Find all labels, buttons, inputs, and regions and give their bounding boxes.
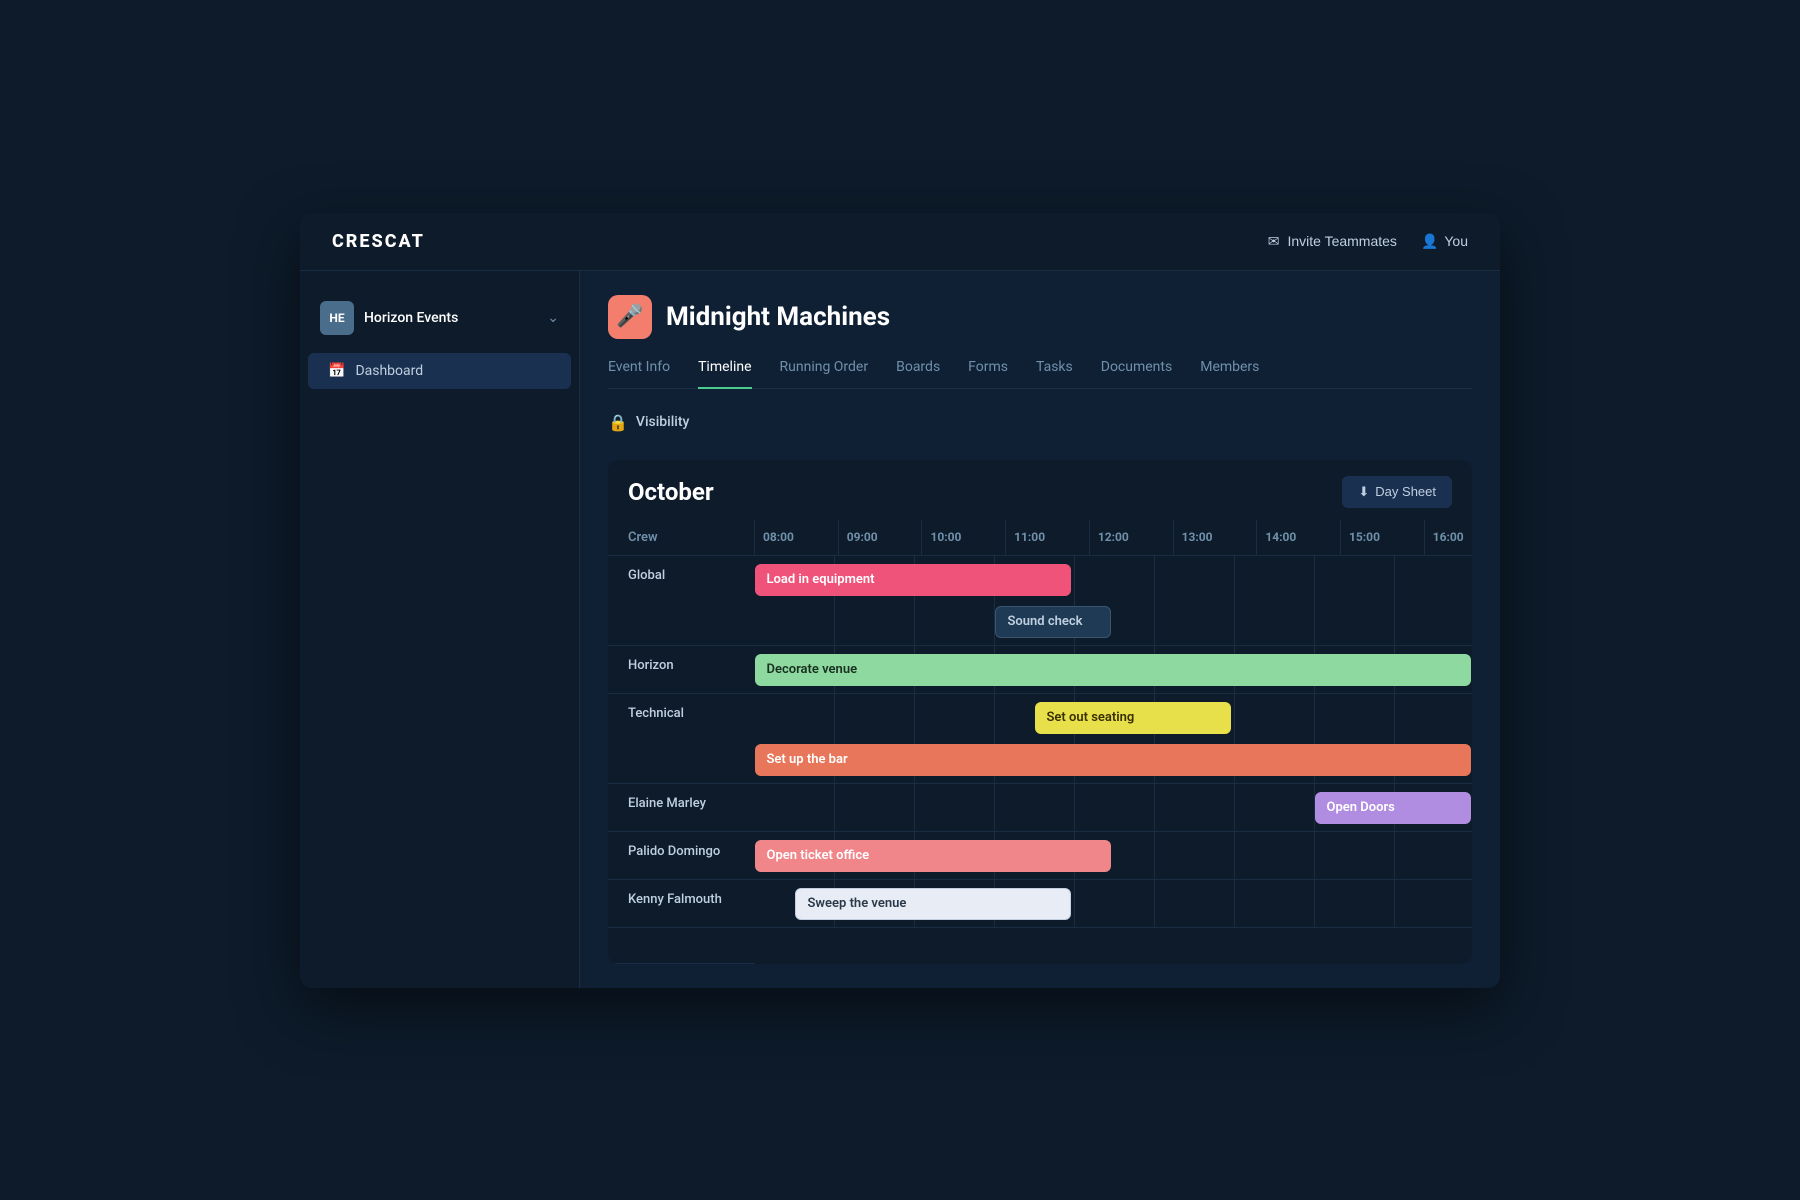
day-sheet-button[interactable]: ⬇ Day Sheet [1342, 476, 1452, 508]
header-actions: ✉ Invite Teammates 👤 You [1268, 233, 1468, 250]
row-label: Technical [608, 693, 755, 783]
event-icon: 🎤 [608, 295, 652, 339]
gantt-bar[interactable]: Open ticket office [755, 840, 1111, 872]
tab-event-info[interactable]: Event Info [608, 359, 670, 389]
time-13: 13:00 [1173, 520, 1257, 556]
row-label: Elaine Marley [608, 783, 755, 831]
visibility-label: Visibility [636, 414, 689, 430]
lock-icon: 🔒 [608, 413, 628, 432]
calendar-icon: 📅 [328, 363, 345, 379]
month-title: October [628, 478, 714, 506]
tab-running-order[interactable]: Running Order [780, 359, 869, 389]
time-16: 16:00 [1424, 520, 1472, 556]
gantt-bar[interactable]: Sweep the venue [795, 888, 1071, 920]
gantt-bar[interactable]: Sound check [995, 606, 1111, 638]
org-selector[interactable]: HE Horizon Events ⌄ [300, 291, 579, 345]
time-header-row: Crew 08:00 09:00 10:00 11:00 12:00 13:00… [608, 520, 1472, 556]
main-layout: HE Horizon Events ⌄ 📅 Dashboard 🎤 Midnig… [300, 271, 1500, 988]
table-row: Palido DomingoOpen ticket office [608, 831, 1472, 879]
gantt-bar[interactable]: Open Doors [1315, 792, 1471, 824]
tab-forms[interactable]: Forms [968, 359, 1008, 389]
user-icon: 👤 [1421, 233, 1438, 250]
row-label: Global [608, 555, 755, 645]
timeline-header-row: October ⬇ Day Sheet [608, 460, 1472, 520]
gantt-bar[interactable]: Decorate venue [755, 654, 1471, 686]
visibility-bar: 🔒 Visibility [608, 405, 1472, 440]
org-name: Horizon Events [364, 310, 537, 326]
user-button[interactable]: 👤 You [1421, 233, 1468, 250]
top-header: CRESCAT ✉ Invite Teammates 👤 You [300, 213, 1500, 271]
time-09: 09:00 [838, 520, 922, 556]
logo: CRESCAT [332, 231, 425, 252]
time-11: 11:00 [1006, 520, 1090, 556]
sidebar-item-dashboard[interactable]: 📅 Dashboard [308, 353, 571, 389]
gantt-data-cell: Set out seating Set up the bar [755, 693, 1473, 783]
time-10: 10:00 [922, 520, 1006, 556]
envelope-icon: ✉ [1268, 233, 1280, 250]
sidebar-item-label: Dashboard [355, 363, 423, 379]
event-title: Midnight Machines [666, 302, 890, 332]
table-row-empty [608, 927, 1472, 963]
table-row: Technical Set out seating Set up the bar [608, 693, 1472, 783]
gantt-bar[interactable]: Set out seating [1035, 702, 1231, 734]
gantt-chart: Crew 08:00 09:00 10:00 11:00 12:00 13:00… [608, 520, 1472, 964]
content-area: 🎤 Midnight Machines Event Info Timeline … [580, 271, 1500, 988]
time-08: 08:00 [755, 520, 839, 556]
timeline-table: Crew 08:00 09:00 10:00 11:00 12:00 13:00… [608, 520, 1472, 964]
table-row: Elaine Marley Open Doors [608, 783, 1472, 831]
app-window: CRESCAT ✉ Invite Teammates 👤 You HE Hori… [300, 213, 1500, 988]
table-row: HorizonDecorate venue [608, 645, 1472, 693]
tab-timeline[interactable]: Timeline [698, 359, 751, 389]
gantt-data-cell: Open ticket office [755, 831, 1473, 879]
time-12: 12:00 [1089, 520, 1173, 556]
chevron-icon: ⌄ [547, 310, 559, 326]
nav-tabs: Event Info Timeline Running Order Boards… [608, 359, 1472, 389]
tab-members[interactable]: Members [1200, 359, 1259, 389]
crew-header: Crew [608, 520, 755, 556]
row-label: Kenny Falmouth [608, 879, 755, 927]
gantt-data-cell: Sweep the venue [755, 879, 1473, 927]
gantt-data-cell: Decorate venue [755, 645, 1473, 693]
org-avatar: HE [320, 301, 354, 335]
gantt-data-cell: Open Doors [755, 783, 1473, 831]
gantt-bar[interactable]: Load in equipment [755, 564, 1071, 596]
table-row: GlobalLoad in equipment Sound check [608, 555, 1472, 645]
gantt-bar[interactable]: Set up the bar [755, 744, 1471, 776]
table-row: Kenny Falmouth Sweep the venue [608, 879, 1472, 927]
gantt-data-cell: Load in equipment Sound check [755, 555, 1473, 645]
timeline-section: October ⬇ Day Sheet [608, 460, 1472, 964]
tab-boards[interactable]: Boards [896, 359, 940, 389]
download-icon: ⬇ [1358, 484, 1369, 500]
tab-tasks[interactable]: Tasks [1036, 359, 1073, 389]
sidebar: HE Horizon Events ⌄ 📅 Dashboard [300, 271, 580, 988]
row-label: Horizon [608, 645, 755, 693]
invite-teammates-button[interactable]: ✉ Invite Teammates [1268, 233, 1397, 250]
event-header: 🎤 Midnight Machines [608, 295, 1472, 339]
time-14: 14:00 [1257, 520, 1341, 556]
time-15: 15:00 [1341, 520, 1425, 556]
tab-documents[interactable]: Documents [1101, 359, 1172, 389]
row-label: Palido Domingo [608, 831, 755, 879]
